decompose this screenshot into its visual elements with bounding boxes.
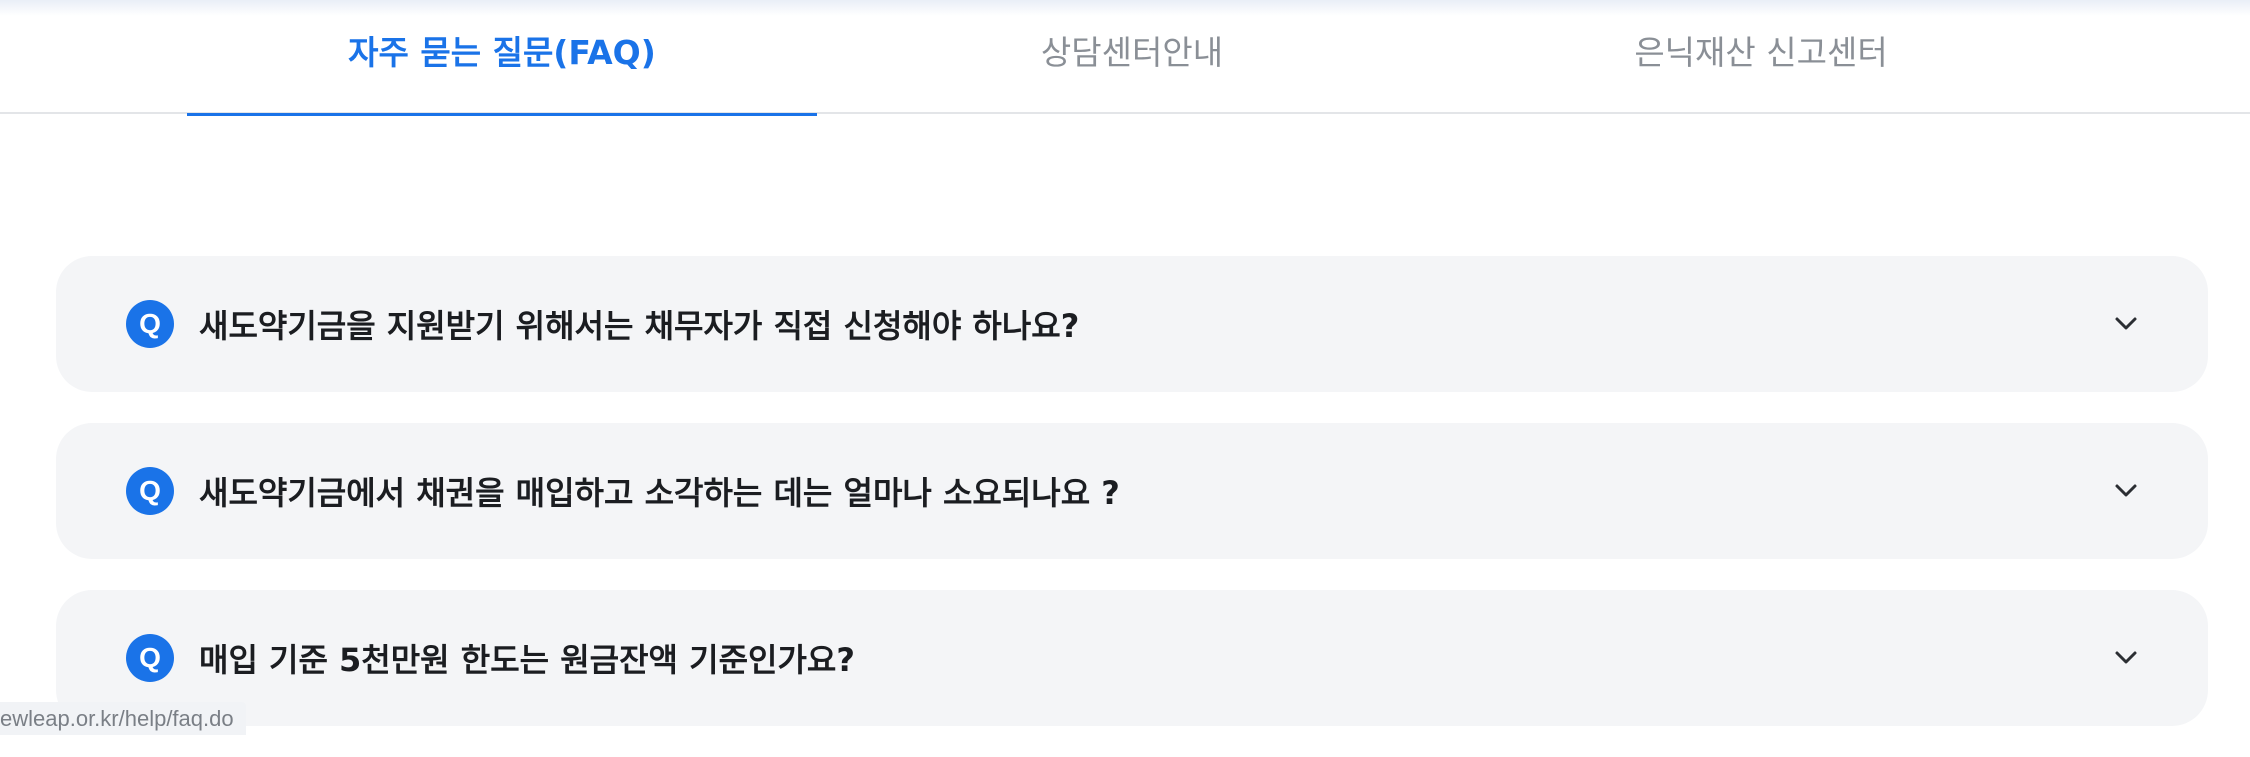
question-badge-icon: Q [126, 467, 174, 515]
question-badge-icon: Q [126, 300, 174, 348]
tab-bar: 자주 묻는 질문(FAQ) 상담센터안내 은닉재산 신고센터 [0, 0, 2250, 116]
tab-faq[interactable]: 자주 묻는 질문(FAQ) [187, 0, 817, 116]
tab-hidden-asset-report[interactable]: 은닉재산 신고센터 [1446, 0, 2076, 114]
faq-question: 매입 기준 5천만원 한도는 원금잔액 기준인가요? [199, 641, 855, 679]
faq-item[interactable]: Q 매입 기준 5천만원 한도는 원금잔액 기준인가요? [56, 590, 2208, 726]
chevron-down-icon[interactable] [2106, 304, 2146, 344]
tab-faq-label: 자주 묻는 질문(FAQ) [348, 33, 656, 72]
faq-item[interactable]: Q 새도약기금에서 채권을 매입하고 소각하는 데는 얼마나 소요되나요 ? [56, 423, 2208, 559]
status-bar-url: ewleap.or.kr/help/faq.do [0, 702, 246, 735]
question-badge-icon: Q [126, 634, 174, 682]
faq-list: Q 새도약기금을 지원받기 위해서는 채무자가 직접 신청해야 하나요? Q 새… [56, 256, 2208, 757]
tab-hidden-asset-report-label: 은닉재산 신고센터 [1634, 33, 1888, 72]
faq-item[interactable]: Q 새도약기금을 지원받기 위해서는 채무자가 직접 신청해야 하나요? [56, 256, 2208, 392]
tab-counseling-center-label: 상담센터안내 [1040, 33, 1224, 72]
faq-question: 새도약기금을 지원받기 위해서는 채무자가 직접 신청해야 하나요? [199, 307, 1080, 345]
tab-counseling-center[interactable]: 상담센터안내 [817, 0, 1447, 114]
faq-question: 새도약기금에서 채권을 매입하고 소각하는 데는 얼마나 소요되나요 ? [199, 474, 1120, 512]
chevron-down-icon[interactable] [2106, 471, 2146, 511]
chevron-down-icon[interactable] [2106, 638, 2146, 678]
